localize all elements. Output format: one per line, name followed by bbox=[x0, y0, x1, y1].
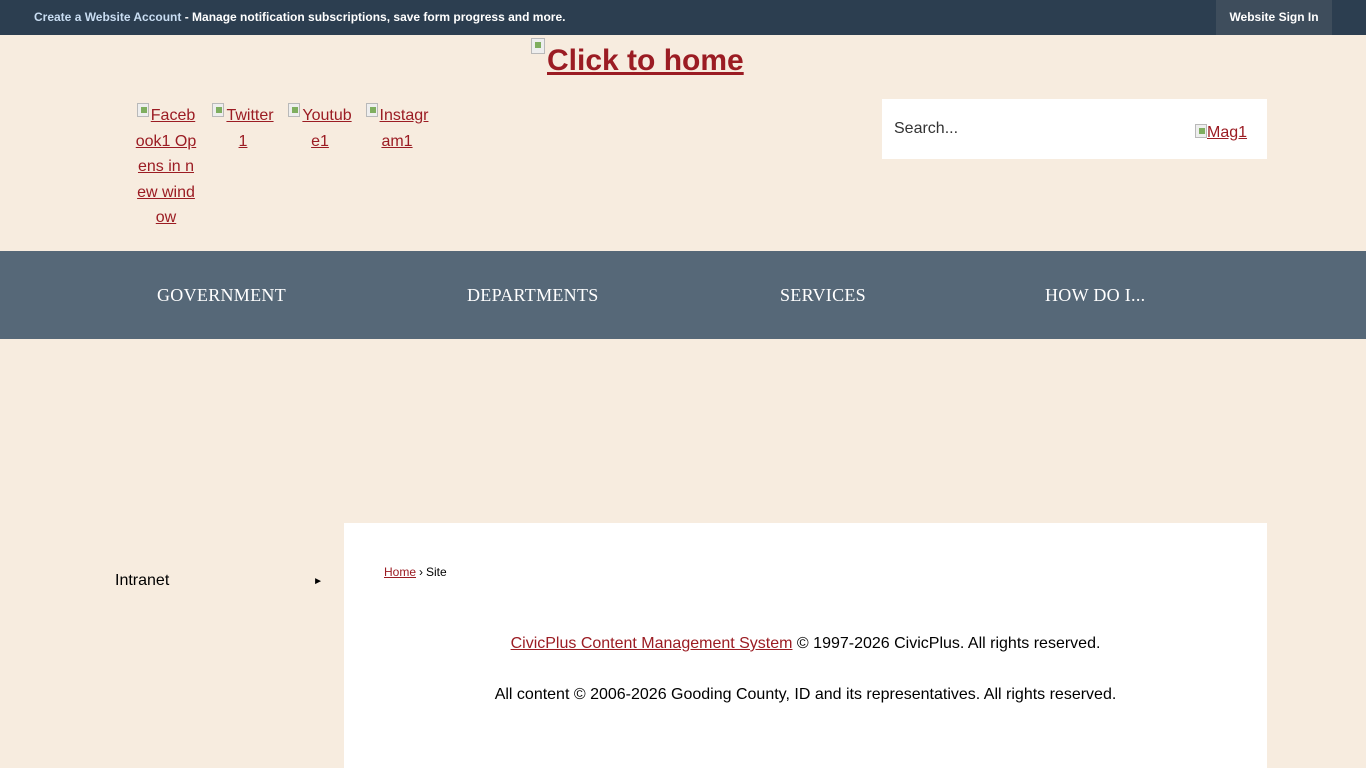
site-logo[interactable]: Click to home bbox=[531, 38, 744, 82]
breadcrumb-separator: › bbox=[419, 565, 424, 579]
sidebar-item-intranet[interactable]: Intranet ► bbox=[115, 572, 325, 596]
instagram-icon bbox=[365, 103, 378, 117]
home-link[interactable]: Click to home bbox=[547, 44, 744, 77]
content-copyright: All content © 2006-2026 Gooding County, … bbox=[494, 686, 1117, 703]
instagram-link-label: Instagram1 bbox=[379, 107, 429, 150]
facebook-link-label: Facebook1 Opens in new window bbox=[135, 107, 197, 226]
magnifier-icon bbox=[1195, 124, 1207, 138]
search-button-label: Mag1 bbox=[1207, 124, 1248, 141]
sidebar-item-label: Intranet bbox=[115, 572, 170, 589]
twitter-icon bbox=[212, 103, 225, 117]
account-message-text: - Manage notification subscriptions, sav… bbox=[181, 10, 566, 24]
civicplus-cms-link[interactable]: CivicPlus Content Management System bbox=[511, 635, 793, 652]
twitter-link[interactable]: Twitter1 bbox=[211, 103, 275, 154]
create-account-link[interactable]: Create a Website Account bbox=[34, 10, 181, 24]
nav-item-government[interactable]: GOVERNMENT bbox=[157, 251, 286, 339]
top-bar: Create a Website Account - Manage notifi… bbox=[0, 0, 1366, 35]
youtube-link[interactable]: Youtube1 bbox=[288, 103, 352, 154]
nav-item-services[interactable]: SERVICES bbox=[780, 251, 866, 339]
website-sign-in-button[interactable]: Website Sign In bbox=[1216, 0, 1332, 35]
facebook-link[interactable]: Facebook1 Opens in new window bbox=[134, 103, 198, 231]
instagram-link[interactable]: Instagram1 bbox=[365, 103, 429, 154]
cms-copyright-text: © 1997-2026 CivicPlus. All rights reserv… bbox=[792, 635, 1101, 652]
youtube-link-label: Youtube1 bbox=[302, 107, 352, 150]
breadcrumb: Home › Site bbox=[384, 565, 447, 579]
nav-item-how-do-i[interactable]: HOW DO I... bbox=[1045, 251, 1145, 339]
content-panel: Home › Site CivicPlus Content Management S… bbox=[344, 523, 1267, 768]
broken-image-icon bbox=[531, 38, 545, 54]
cms-copyright: CivicPlus Content Management System © 19… bbox=[344, 635, 1267, 653]
search-box: Mag1 bbox=[882, 99, 1267, 159]
arrow-right-icon: ► bbox=[313, 576, 323, 587]
nav-item-departments[interactable]: DEPARTMENTS bbox=[467, 251, 599, 339]
breadcrumb-current: Site bbox=[426, 565, 447, 579]
breadcrumb-home-link[interactable]: Home bbox=[384, 565, 416, 579]
search-input[interactable] bbox=[894, 113, 1174, 145]
search-button[interactable]: Mag1 bbox=[1195, 124, 1247, 142]
youtube-icon bbox=[288, 103, 301, 117]
main-navigation: GOVERNMENT DEPARTMENTS SERVICES HOW DO I… bbox=[0, 251, 1366, 339]
facebook-icon bbox=[136, 103, 149, 117]
account-message: Create a Website Account - Manage notifi… bbox=[34, 0, 565, 35]
twitter-link-label: Twitter1 bbox=[226, 107, 274, 150]
